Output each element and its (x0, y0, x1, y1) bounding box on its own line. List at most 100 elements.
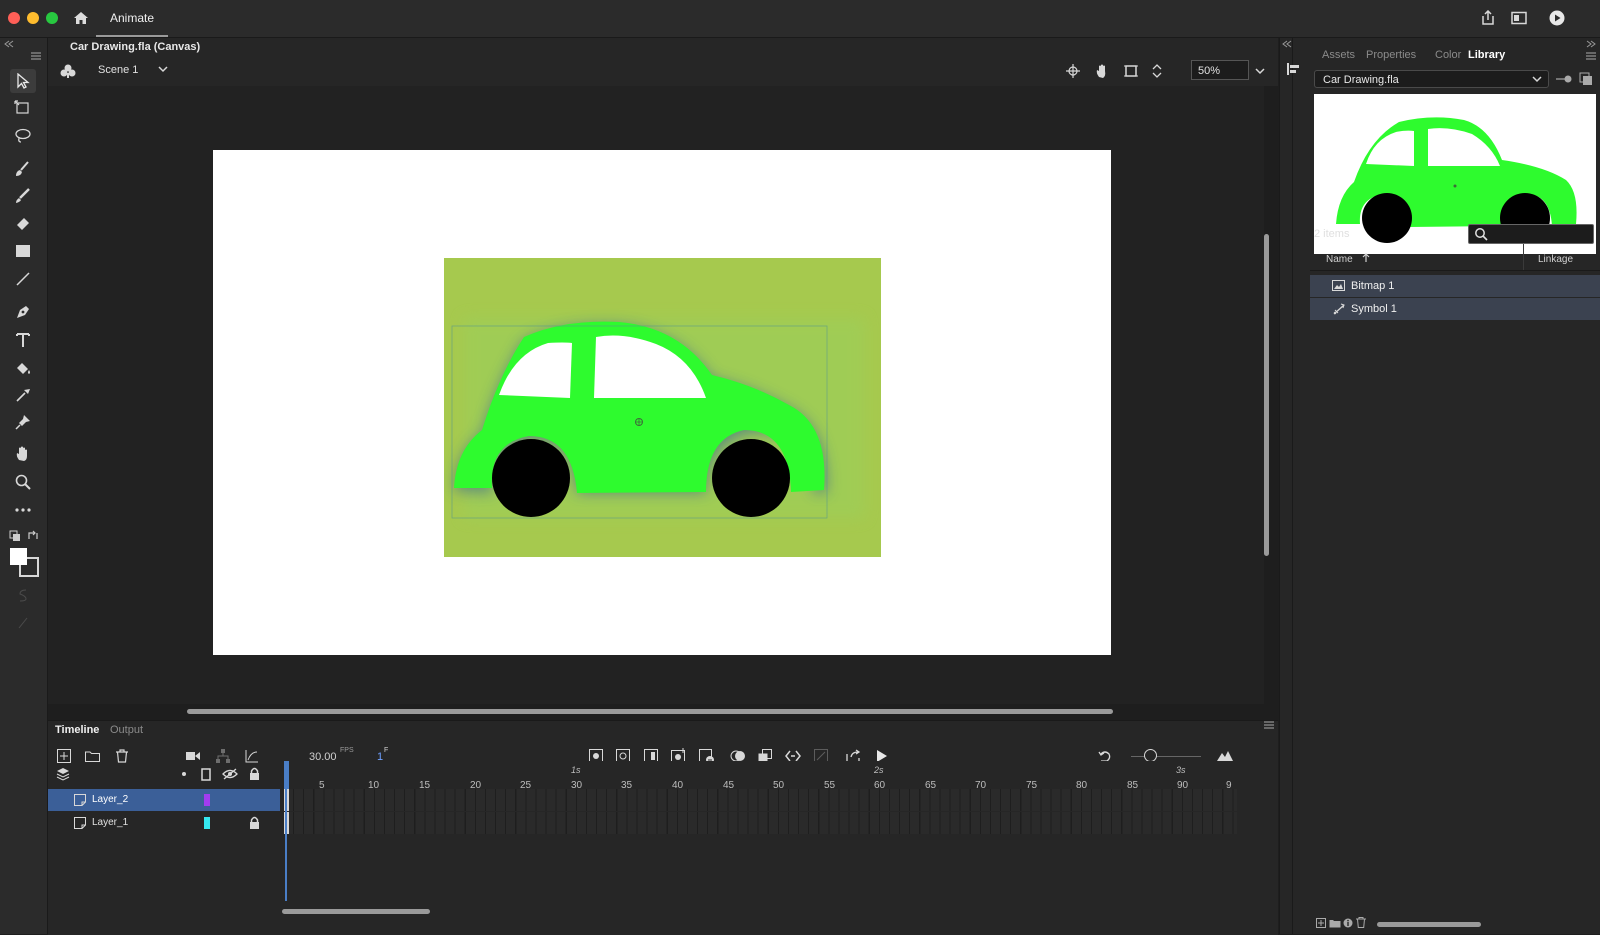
rotate-stage-icon[interactable] (1094, 63, 1110, 79)
lasso-tool-icon[interactable] (10, 124, 36, 148)
default-colors-icon[interactable] (9, 530, 21, 542)
panel-menu-icon[interactable] (1586, 52, 1596, 60)
free-transform-tool-icon[interactable] (10, 96, 36, 120)
timeline-panel: Timeline Output 30.00 FPS 1 F 1s 2s 3s 5… (48, 720, 1278, 935)
tab-properties[interactable]: Properties (1366, 49, 1416, 61)
column-header-name[interactable]: Name (1326, 254, 1353, 265)
pin-library-icon[interactable] (1556, 74, 1572, 84)
timeline-scrollbar[interactable] (282, 909, 430, 914)
zoom-stepper-icon[interactable] (1152, 62, 1162, 80)
smooth-icon (17, 616, 29, 630)
library-document-select[interactable]: Car Drawing.fla (1314, 70, 1549, 88)
tab-assets[interactable]: Assets (1322, 49, 1355, 61)
lock-layers-icon[interactable] (249, 767, 260, 780)
stage-canvas[interactable] (213, 150, 1111, 655)
close-window-button[interactable] (8, 12, 20, 24)
snap-icon (17, 588, 29, 602)
document-title-tab[interactable]: Car Drawing.fla (Canvas) (70, 41, 200, 53)
toolbar-menu-icon[interactable] (31, 52, 41, 60)
layer-row-layer-1[interactable]: Layer_1 (48, 812, 280, 834)
layer-name[interactable]: Layer_2 (92, 794, 128, 805)
rectangle-tool-icon[interactable] (10, 239, 36, 263)
bitmap-1-instance[interactable] (444, 258, 881, 557)
align-panel-icon[interactable] (1286, 62, 1300, 76)
column-divider[interactable] (1523, 244, 1524, 270)
layer-color-swatch[interactable] (204, 817, 210, 829)
hand-tool-icon[interactable] (10, 442, 36, 466)
layer-2-frames[interactable] (284, 789, 1237, 811)
library-file-name: Car Drawing.fla (1323, 74, 1399, 86)
paint-brush-tool-icon[interactable] (10, 184, 36, 208)
hide-layers-icon[interactable] (222, 768, 238, 780)
app-title-tab[interactable]: Animate (96, 0, 169, 37)
edit-scene-icon[interactable] (60, 64, 76, 79)
seconds-marker: 3s (1176, 765, 1186, 775)
new-symbol-icon[interactable] (1316, 918, 1326, 928)
tab-color[interactable]: Color (1435, 49, 1461, 61)
clip-content-icon[interactable] (1124, 64, 1138, 78)
maximize-window-button[interactable] (46, 12, 58, 24)
library-item-name: Bitmap 1 (1351, 280, 1395, 292)
eraser-tool-icon[interactable] (10, 211, 36, 235)
library-horizontal-scrollbar[interactable] (1377, 922, 1481, 927)
share-icon[interactable] (1480, 10, 1496, 26)
zoom-tool-icon[interactable] (10, 470, 36, 494)
timeline-zoom-slider[interactable] (1131, 756, 1201, 757)
zoom-level-input[interactable]: 50% (1191, 60, 1249, 80)
workspace-icon[interactable] (1511, 11, 1527, 25)
panel-collapse-strip (1280, 38, 1293, 934)
library-item-bitmap[interactable]: Bitmap 1 (1310, 275, 1600, 297)
frame-unit-label: F (384, 747, 389, 754)
new-folder-icon[interactable] (1329, 918, 1341, 928)
library-item-symbol[interactable]: Symbol 1 (1310, 298, 1600, 320)
library-item-count: 2 items (1314, 228, 1350, 240)
sort-ascending-icon[interactable] (1362, 253, 1370, 263)
playhead[interactable] (284, 761, 289, 789)
selection-tool-icon[interactable] (10, 69, 36, 93)
symbol-icon (1332, 302, 1346, 316)
scene-name[interactable]: Scene 1 (98, 64, 138, 76)
timeline-menu-icon[interactable] (1264, 721, 1274, 729)
layer-icon (74, 794, 86, 806)
collapse-toolbar-icon[interactable] (4, 40, 14, 48)
swap-colors-icon[interactable] (27, 530, 39, 542)
layer-icon (74, 817, 86, 829)
pin-tool-icon[interactable] (10, 410, 36, 434)
column-header-linkage[interactable]: Linkage (1538, 254, 1573, 265)
properties-info-icon[interactable] (1343, 918, 1353, 928)
text-tool-icon[interactable] (10, 328, 36, 352)
horizontal-scrollbar[interactable] (187, 709, 1113, 714)
paint-bucket-tool-icon[interactable] (10, 356, 36, 380)
show-layers-icon[interactable] (56, 767, 70, 781)
delete-icon[interactable] (1356, 917, 1366, 928)
outline-layers-icon[interactable] (201, 768, 211, 781)
eyedropper-tool-icon[interactable] (10, 383, 36, 407)
layer-name[interactable]: Layer_1 (92, 817, 128, 828)
expand-panel-icon[interactable] (1586, 40, 1596, 48)
vertical-scrollbar[interactable] (1264, 234, 1269, 556)
fluid-brush-tool-icon[interactable] (10, 157, 36, 181)
layer-1-frames[interactable] (284, 812, 1237, 834)
highlight-layers-icon[interactable] (182, 772, 186, 776)
center-stage-icon[interactable] (1066, 64, 1080, 78)
fill-color-swatch[interactable] (10, 548, 27, 565)
line-tool-icon[interactable] (10, 267, 36, 291)
layer-color-swatch[interactable] (204, 794, 210, 806)
camera-icon[interactable] (186, 751, 200, 761)
pen-tool-icon[interactable] (10, 300, 36, 324)
minimize-window-button[interactable] (27, 12, 39, 24)
collapse-panel-icon[interactable] (1282, 40, 1292, 48)
test-movie-icon[interactable] (1549, 10, 1565, 26)
chevron-down-icon[interactable] (158, 66, 168, 73)
library-search-input[interactable] (1468, 224, 1594, 244)
tab-library[interactable]: Library (1468, 49, 1505, 61)
tab-output[interactable]: Output (110, 724, 143, 736)
home-icon[interactable] (73, 11, 89, 25)
new-library-panel-icon[interactable] (1579, 72, 1593, 86)
tab-timeline[interactable]: Timeline (55, 724, 99, 736)
more-tools-icon[interactable] (10, 498, 36, 522)
stroke-fill-swatches[interactable] (10, 548, 39, 577)
layer-row-layer-2[interactable]: Layer_2 (48, 789, 280, 811)
zoom-dropdown-icon[interactable] (1255, 68, 1265, 75)
lock-icon[interactable] (249, 816, 260, 829)
